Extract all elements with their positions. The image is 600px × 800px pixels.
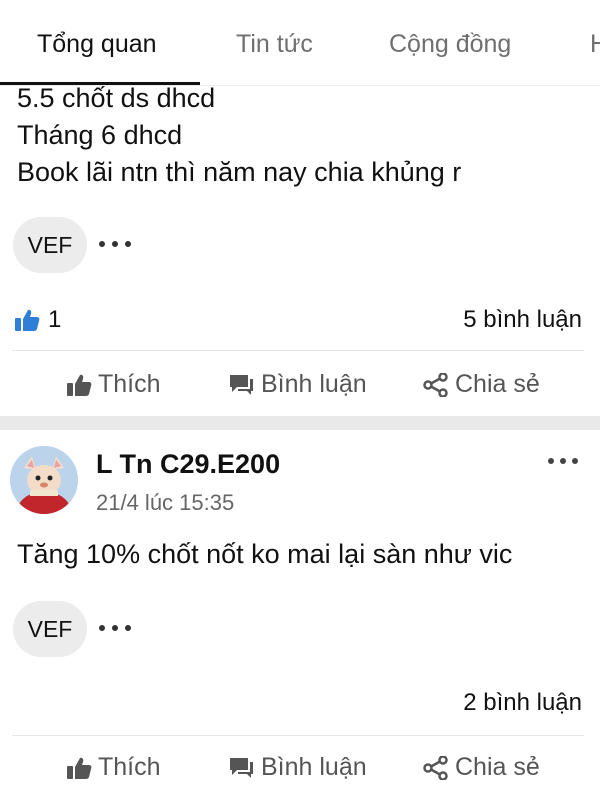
comment-button[interactable]: Bình luận [228, 370, 367, 399]
comment-button-label: Bình luận [261, 370, 367, 398]
avatar[interactable] [10, 446, 78, 514]
thumbs-up-icon [67, 374, 92, 396]
comment-count[interactable]: 5 bình luận [463, 306, 582, 334]
post-text-line: Tăng 10% chốt nốt ko mai lại sàn như vic [17, 539, 513, 569]
like-button[interactable]: Thích [66, 370, 161, 399]
tab-next[interactable]: H [590, 30, 600, 59]
author-name[interactable]: L Tn C29.E200 [96, 449, 280, 480]
tab-community[interactable]: Cộng đồng [389, 30, 511, 59]
thumbs-up-icon [15, 309, 40, 331]
stock-tag-chip[interactable]: VEF [13, 601, 87, 657]
like-count[interactable]: 1 [14, 306, 61, 334]
tab-bar: Tổng quan Tin tức Cộng đồng H [0, 0, 600, 86]
share-icon [423, 755, 448, 780]
comment-icon [230, 374, 253, 395]
share-button-label: Chia sẻ [455, 753, 540, 781]
tab-news[interactable]: Tin tức [236, 30, 313, 59]
thumbs-up-icon [67, 757, 92, 779]
like-button[interactable]: Thích [66, 753, 161, 782]
comment-icon [230, 757, 253, 778]
post-text-line: Tháng 6 dhcd [17, 120, 183, 150]
share-icon [423, 372, 448, 397]
stock-tag-chip[interactable]: VEF [13, 217, 87, 273]
like-count-value: 1 [48, 306, 62, 333]
comment-count[interactable]: 2 bình luận [463, 689, 582, 717]
post-timestamp: 21/4 lúc 15:35 [96, 490, 235, 515]
avatar-image [10, 446, 78, 514]
share-button[interactable]: Chia sẻ [423, 370, 540, 399]
divider [12, 350, 584, 351]
post-text-line: 5.5 chốt ds dhcd [17, 83, 216, 113]
post-options-icon[interactable] [548, 456, 578, 466]
like-button-label: Thích [98, 370, 161, 398]
more-tags-icon[interactable] [99, 234, 131, 254]
comment-button[interactable]: Bình luận [228, 753, 367, 782]
like-button-label: Thích [98, 753, 161, 781]
post-text-line: Book lãi ntn thì năm nay chia khủng r [17, 157, 462, 187]
share-button[interactable]: Chia sẻ [423, 753, 540, 782]
tab-overview[interactable]: Tổng quan [37, 30, 157, 59]
divider [12, 735, 584, 736]
more-tags-icon[interactable] [99, 618, 131, 638]
comment-button-label: Bình luận [261, 753, 367, 781]
share-button-label: Chia sẻ [455, 370, 540, 398]
post-separator [0, 416, 600, 430]
